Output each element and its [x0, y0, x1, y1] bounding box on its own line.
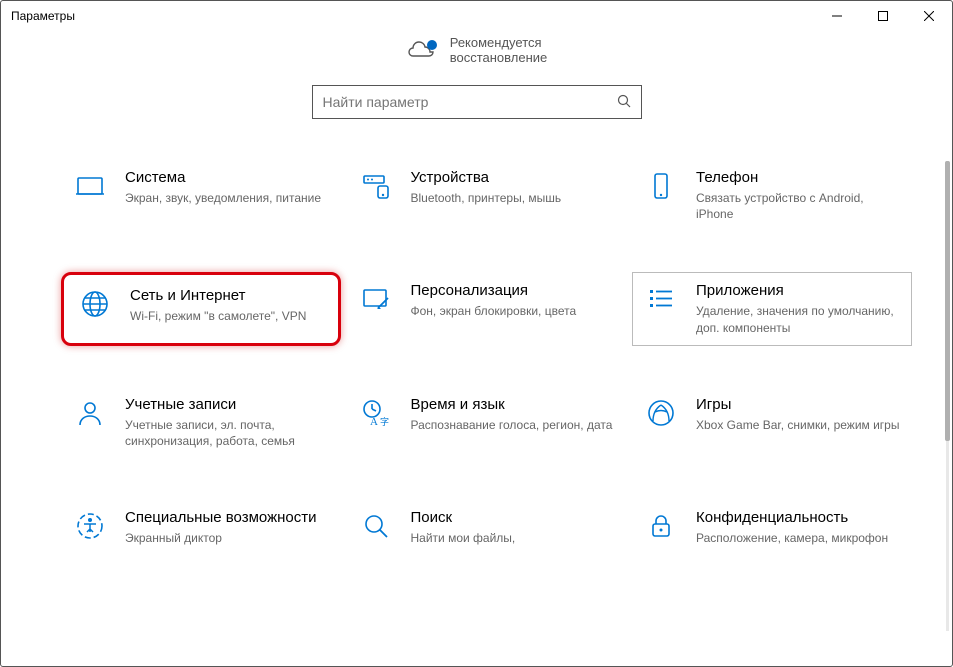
personalization-icon — [359, 282, 393, 316]
tile-title: Устройства — [411, 169, 615, 186]
close-button[interactable] — [906, 1, 952, 31]
tile-title: Специальные возможности — [125, 509, 329, 526]
titlebar: Параметры — [1, 1, 952, 31]
maximize-button[interactable] — [860, 1, 906, 31]
tile-sub: Wi-Fi, режим "в самолете", VPN — [130, 308, 324, 324]
tile-title: Конфиденциальность — [696, 509, 900, 526]
accounts-icon — [73, 396, 107, 430]
tile-sub: Xbox Game Bar, снимки, режим игры — [696, 417, 900, 433]
window-title: Параметры — [11, 9, 75, 23]
tile-title: Телефон — [696, 169, 900, 186]
devices-icon — [359, 169, 393, 203]
tile-title: Система — [125, 169, 329, 186]
tile-sub: Фон, экран блокировки, цвета — [411, 303, 615, 319]
banner-line2: восстановление — [450, 50, 548, 65]
tile-search[interactable]: Поиск Найти мои файлы, — [347, 499, 627, 556]
tile-phone[interactable]: Телефон Связать устройство с Android, iP… — [632, 159, 912, 232]
cloud-alert-icon — [406, 39, 436, 61]
onedrive-banner[interactable]: Рекомендуется восстановление — [1, 31, 952, 85]
tile-title: Персонализация — [411, 282, 615, 299]
tile-sub: Распознавание голоса, регион, дата — [411, 417, 615, 433]
tile-apps[interactable]: Приложения Удаление, значения по умолчан… — [632, 272, 912, 345]
tile-title: Время и язык — [411, 396, 615, 413]
tile-system[interactable]: Система Экран, звук, уведомления, питани… — [61, 159, 341, 232]
tile-sub: Учетные записи, эл. почта, синхронизация… — [125, 417, 329, 449]
tile-sub: Найти мои файлы, — [411, 530, 615, 546]
tile-sub: Удаление, значения по умолчанию, доп. ко… — [696, 303, 900, 335]
time-language-icon: A字 — [359, 396, 393, 430]
tile-network[interactable]: Сеть и Интернет Wi-Fi, режим "в самолете… — [61, 272, 341, 345]
tile-privacy[interactable]: Конфиденциальность Расположение, камера,… — [632, 499, 912, 556]
tile-title: Игры — [696, 396, 900, 413]
tile-sub: Экранный диктор — [125, 530, 329, 546]
tile-personalization[interactable]: Персонализация Фон, экран блокировки, цв… — [347, 272, 627, 345]
tile-title: Сеть и Интернет — [130, 287, 324, 304]
phone-icon — [644, 169, 678, 203]
tile-time-language[interactable]: A字 Время и язык Распознавание голоса, ре… — [347, 386, 627, 459]
tile-title: Учетные записи — [125, 396, 329, 413]
settings-grid: Система Экран, звук, уведомления, питани… — [1, 159, 952, 556]
tile-sub: Экран, звук, уведомления, питание — [125, 190, 329, 206]
tile-sub: Расположение, камера, микрофон — [696, 530, 900, 546]
network-icon — [78, 287, 112, 321]
tile-sub: Связать устройство с Android, iPhone — [696, 190, 900, 222]
banner-line1: Рекомендуется — [450, 35, 548, 50]
search-icon — [617, 94, 631, 111]
settings-window: Параметры Рекомендуется восстановление — [0, 0, 953, 667]
tile-devices[interactable]: Устройства Bluetooth, принтеры, мышь — [347, 159, 627, 232]
search-box[interactable] — [312, 85, 642, 119]
tile-title: Поиск — [411, 509, 615, 526]
search-tile-icon — [359, 509, 393, 543]
svg-text:A: A — [370, 416, 378, 428]
tile-ease-of-access[interactable]: Специальные возможности Экранный диктор — [61, 499, 341, 556]
search-input[interactable] — [323, 94, 617, 110]
svg-text:字: 字 — [380, 416, 389, 427]
gaming-icon — [644, 396, 678, 430]
tile-accounts[interactable]: Учетные записи Учетные записи, эл. почта… — [61, 386, 341, 459]
ease-icon — [73, 509, 107, 543]
system-icon — [73, 169, 107, 203]
apps-icon — [644, 282, 678, 316]
tile-gaming[interactable]: Игры Xbox Game Bar, снимки, режим игры — [632, 386, 912, 459]
scrollbar-thumb[interactable] — [945, 161, 950, 441]
tile-title: Приложения — [696, 282, 900, 299]
minimize-button[interactable] — [814, 1, 860, 31]
privacy-icon — [644, 509, 678, 543]
tile-sub: Bluetooth, принтеры, мышь — [411, 190, 615, 206]
